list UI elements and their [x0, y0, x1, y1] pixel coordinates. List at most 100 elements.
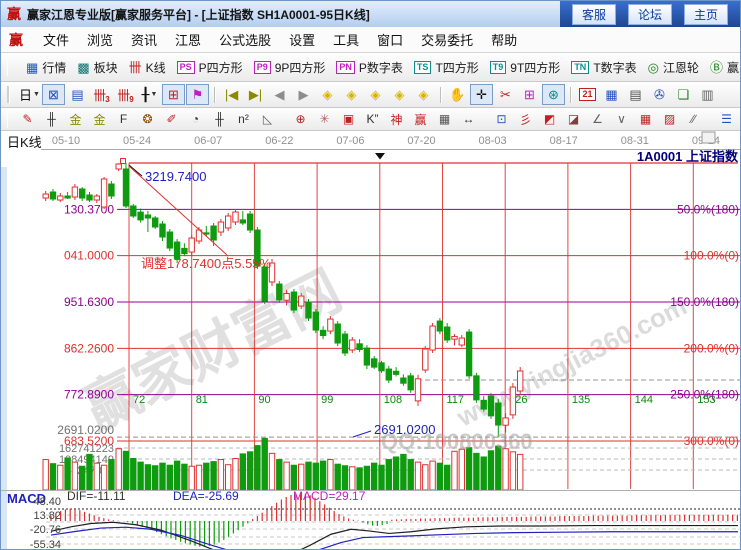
- menu-item-window[interactable]: 窗口: [377, 30, 403, 49]
- gann-box-icon: ⊞: [168, 87, 179, 103]
- market-quotes-button[interactable]: ▦行情: [26, 59, 66, 76]
- diamond-expand-button[interactable]: ◈: [364, 84, 387, 105]
- home-button[interactable]: 主页: [684, 4, 728, 25]
- p9-square-button[interactable]: P99P四方形: [254, 59, 326, 76]
- winner-wheel-button[interactable]: Ⓑ赢家轮: [710, 59, 741, 76]
- ying-tool-button[interactable]: 赢: [409, 110, 432, 129]
- stats-table-icon: ☰: [721, 112, 732, 126]
- menu-item-formula-stock-pick[interactable]: 公式选股: [219, 30, 271, 49]
- angle-tool-button[interactable]: ◺: [256, 110, 279, 129]
- crosshair-button[interactable]: ✛: [470, 84, 493, 105]
- last-bar-button[interactable]: ▶|: [244, 84, 267, 105]
- comb-grid-button[interactable]: ╫: [40, 110, 63, 129]
- glyph-icon: ◎: [648, 61, 659, 74]
- fibonacci-button[interactable]: F: [112, 110, 135, 129]
- letter-box-icon: P9: [254, 61, 271, 74]
- diamond-shrink-button[interactable]: ◈: [388, 84, 411, 105]
- p-square-button[interactable]: PSP四方形: [177, 59, 243, 76]
- first-bar-button[interactable]: |◀: [220, 84, 243, 105]
- t-square-button[interactable]: TST四方形: [414, 59, 479, 76]
- candle: [335, 324, 340, 343]
- menu-item-settings[interactable]: 设置: [289, 30, 315, 49]
- diamond-left-button[interactable]: ◈: [316, 84, 339, 105]
- period-daily-button[interactable]: 日▼: [18, 84, 41, 105]
- n-squared-button[interactable]: n²: [232, 110, 255, 129]
- next-bar-button[interactable]: ▶: [292, 84, 315, 105]
- t-number-table-button[interactable]: TNT数字表: [571, 59, 636, 76]
- red-grid-button[interactable]: ▦: [634, 110, 657, 129]
- forum-button[interactable]: 论坛: [628, 4, 672, 25]
- gann-fan-button[interactable]: 彡: [514, 110, 537, 129]
- grid-ruler-button[interactable]: ▦: [433, 110, 456, 129]
- square-target-button[interactable]: ▣: [337, 110, 360, 129]
- menu-item-gann[interactable]: 江恩: [175, 30, 201, 49]
- h-span-button[interactable]: ↔: [457, 110, 480, 129]
- sectors-button[interactable]: ▩板块: [77, 59, 117, 76]
- zoom-area-button[interactable]: ⊠: [42, 84, 65, 105]
- candle: [313, 312, 318, 330]
- comb-grid-2-button[interactable]: ╫: [208, 110, 231, 129]
- menu-item-trade-entrust[interactable]: 交易委托: [421, 30, 473, 49]
- calendar-button[interactable]: 21: [576, 84, 599, 105]
- time-circle-button[interactable]: ◔: [184, 110, 207, 129]
- candle-style-button[interactable]: ╂▼: [138, 84, 161, 105]
- fan-box-button[interactable]: ◩: [538, 110, 561, 129]
- stats-table-button[interactable]: ☰: [715, 110, 738, 129]
- v-shape-button[interactable]: ∨: [610, 110, 633, 129]
- parallel-lines-button[interactable]: ∕∕: [682, 110, 705, 129]
- panel-period-label: 日K线: [7, 135, 42, 150]
- target-cross-button[interactable]: ⊕: [289, 110, 312, 129]
- mini-scrollbar[interactable]: [702, 132, 715, 143]
- candle: [109, 184, 114, 196]
- diamond-right-button[interactable]: ◈: [340, 84, 363, 105]
- dual-screen-button[interactable]: ❏: [672, 84, 695, 105]
- watermark-site: www.yingjia360.com: [451, 291, 691, 433]
- gann-wheel-button[interactable]: ◎江恩轮: [648, 59, 699, 76]
- kline-compress-3-button[interactable]: 卌3: [90, 84, 113, 105]
- gann-box-button[interactable]: ⊞: [162, 84, 185, 105]
- menu-item-file[interactable]: 文件: [43, 30, 69, 49]
- notes-button[interactable]: ▤: [624, 84, 647, 105]
- pan-hand-button[interactable]: ✋: [446, 84, 469, 105]
- flag-chart-button[interactable]: ⚑: [186, 84, 209, 105]
- letter-box-icon: TN: [571, 61, 589, 74]
- left-price-label: 862.2600: [64, 341, 114, 355]
- customer-service-button[interactable]: 客服: [572, 4, 616, 25]
- magenta-table-button[interactable]: ⊞: [518, 84, 541, 105]
- diamond-locate-button[interactable]: ◈: [412, 84, 435, 105]
- toolbar-view: 日▼⊠▤卌3卌9╂▼⊞⚑|◀▶|◀▶◈◈◈◈◈✋✛✂⊞⊛21▦▤✇❏▥: [1, 82, 740, 108]
- p-number-table-button[interactable]: PNP数字表: [336, 59, 403, 76]
- kline-compress-9-button[interactable]: 卌9: [114, 84, 137, 105]
- k-quote-button[interactable]: K”: [361, 110, 384, 129]
- grid-diag-icon: ▨: [664, 112, 675, 126]
- fan-corner-button[interactable]: ◪: [562, 110, 585, 129]
- menu-item-help[interactable]: 帮助: [491, 30, 517, 49]
- region-calc-icon: ⊛: [548, 87, 559, 103]
- volume-bar: [445, 465, 450, 490]
- save-button[interactable]: ✇: [648, 84, 671, 105]
- menu-item-browse[interactable]: 浏览: [87, 30, 113, 49]
- info-f10-button[interactable]: ▤: [66, 84, 89, 105]
- kline-button[interactable]: 卌K线: [129, 59, 166, 76]
- prev-bar-button[interactable]: ◀: [268, 84, 291, 105]
- volume-bar: [109, 460, 114, 490]
- golden-ratio-h-button[interactable]: 金: [88, 110, 111, 129]
- shen-tool-button[interactable]: 神: [385, 110, 408, 129]
- erase-tool-button[interactable]: ✂: [494, 84, 517, 105]
- trend-angle-button[interactable]: ∠: [586, 110, 609, 129]
- print-button[interactable]: ▥: [696, 84, 719, 105]
- grid-diag-button[interactable]: ▨: [658, 110, 681, 129]
- pen-ruler-button[interactable]: ✐: [160, 110, 183, 129]
- menu-item-tools[interactable]: 工具: [333, 30, 359, 49]
- starburst-button[interactable]: ✳: [313, 110, 336, 129]
- blue-frame-button[interactable]: ⊡: [490, 110, 513, 129]
- region-calc-button[interactable]: ⊛: [542, 84, 565, 105]
- calculator-button[interactable]: ▦: [600, 84, 623, 105]
- volume-bar: [342, 466, 347, 490]
- pen-tool-button[interactable]: ✎: [16, 110, 39, 129]
- t9-square-button[interactable]: T99T四方形: [490, 59, 561, 76]
- golden-ratio-v-button[interactable]: 金: [64, 110, 87, 129]
- volume-bar: [240, 454, 245, 490]
- menu-item-news[interactable]: 资讯: [131, 30, 157, 49]
- spiral-button[interactable]: ❂: [136, 110, 159, 129]
